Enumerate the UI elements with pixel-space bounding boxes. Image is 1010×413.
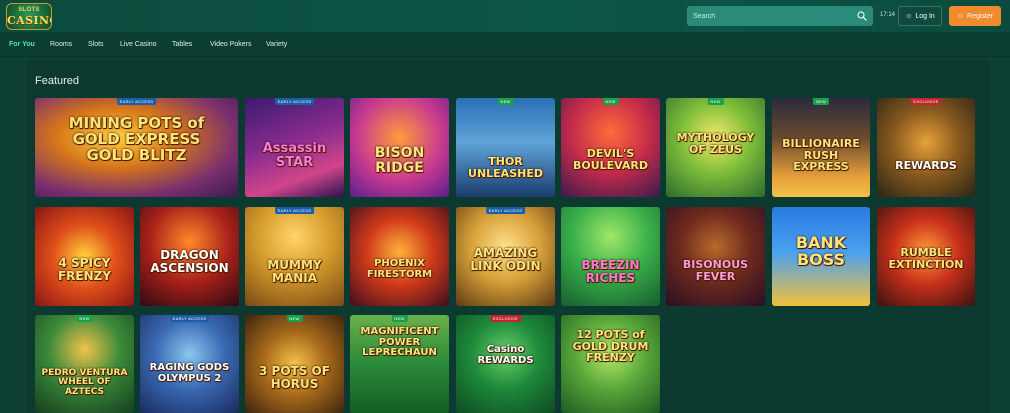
game-tile[interactable]: BISONOUS FEVER (666, 207, 765, 306)
badge-new: NEW (812, 98, 830, 105)
badge-new: NEW (497, 98, 514, 105)
tab-slots[interactable]: Slots (88, 41, 104, 48)
game-tile[interactable]: 12 POTS of GOLD DRUM FRENZY (561, 315, 660, 413)
badge-new: NEW (602, 98, 619, 105)
tab-variety[interactable]: Variety (266, 41, 287, 48)
section-title-featured: Featured (35, 75, 80, 87)
tab-rooms[interactable]: Rooms (50, 41, 72, 48)
badge-early-access: EARLY ACCESS (274, 207, 315, 214)
game-tile[interactable]: NEW BILLIONAIRE RUSH EXPRESS (772, 98, 870, 197)
game-title: MINING POTS of GOLD EXPRESS GOLD BLITZ (68, 114, 205, 164)
game-title: 12 POTS of GOLD DRUM FRENZY (572, 328, 649, 365)
game-tile[interactable]: DRAGON ASCENSION (140, 207, 239, 306)
badge-exclusive: EXCLUSIVE (489, 315, 522, 322)
game-title: Assassin STAR (262, 141, 327, 170)
game-title: BREEZIN RICHES (581, 258, 640, 285)
game-title: PEDRO VENTURA WHEEL OF AZTECS (41, 368, 128, 397)
game-title: REWARDS (895, 159, 957, 172)
tab-tables[interactable]: Tables (172, 41, 192, 48)
user-icon: ☺ (905, 12, 913, 20)
game-title: 3 POTS OF HORUS (259, 364, 330, 391)
game-tile[interactable]: BISON RIDGE (350, 98, 449, 197)
login-button[interactable]: ☺ Log In (898, 6, 942, 26)
game-title: BISONOUS FEVER (682, 258, 749, 283)
top-bar: SLOTS CASINO 17:14 ☺ Log In ☺ Register (0, 0, 1010, 33)
badge-new: NEW (707, 98, 724, 105)
game-tile[interactable]: NEW MYTHOLOGY OF ZEUS (666, 98, 765, 197)
category-nav: For You Rooms Slots Live Casino Tables V… (0, 33, 1010, 57)
tab-live-casino[interactable]: Live Casino (120, 41, 157, 48)
login-label: Log In (915, 12, 935, 20)
game-tile[interactable]: PHOENIX FIRESTORM (350, 207, 449, 306)
game-tile[interactable]: NEW DEVIL'S BOULEVARD (561, 98, 660, 197)
game-title: MUMMY MANIA (267, 258, 322, 285)
game-title: RUMBLE EXTINCTION (888, 246, 964, 271)
badge-new: NEW (391, 315, 408, 322)
game-tile[interactable]: EARLY ACCESS MUMMY MANIA (245, 207, 344, 306)
game-tile[interactable]: NEW 3 POTS OF HORUS (245, 315, 344, 413)
register-button[interactable]: ☺ Register (949, 6, 1001, 26)
tab-for-you[interactable]: For You (9, 41, 35, 48)
badge-early-access: EARLY ACCESS (274, 98, 315, 105)
logo-top-text: SLOTS (18, 7, 40, 13)
badge-exclusive: EXCLUSIVE (910, 98, 942, 105)
badge-new: NEW (76, 315, 93, 322)
game-title: 4 SPICY FRENZY (57, 256, 112, 283)
game-tile[interactable]: NEW MAGNIFICENT POWER LEPRECHAUN (350, 315, 449, 413)
game-title: BANK BOSS (795, 233, 847, 269)
logo-main-text: CASINO (7, 14, 51, 27)
game-tile[interactable]: EARLY ACCESS MINING POTS of GOLD EXPRESS… (35, 98, 238, 197)
badge-early-access: EARLY ACCESS (116, 98, 157, 105)
game-tile[interactable]: 4 SPICY FRENZY (35, 207, 134, 306)
game-tile[interactable]: EARLY ACCESS RAGING GODS OLYMPUS 2 (140, 315, 239, 413)
game-title: PHOENIX FIRESTORM (366, 258, 433, 280)
game-title: DRAGON ASCENSION (150, 248, 229, 275)
game-tile[interactable]: EARLY ACCESS Assassin STAR (245, 98, 344, 197)
game-tile[interactable]: NEW PEDRO VENTURA WHEEL OF AZTECS (35, 315, 134, 413)
register-label: Register (967, 12, 994, 20)
game-title: BISON RIDGE (374, 145, 425, 176)
search-input[interactable] (687, 6, 847, 26)
search-box[interactable] (687, 6, 873, 26)
game-tile[interactable]: BREEZIN RICHES (561, 207, 660, 306)
game-title: MYTHOLOGY OF ZEUS (676, 131, 755, 156)
game-tile[interactable]: BANK BOSS (772, 207, 870, 306)
casino-logo[interactable]: SLOTS CASINO (6, 3, 52, 30)
game-title: MAGNIFICENT POWER LEPRECHAUN (360, 326, 439, 358)
search-icon[interactable] (857, 11, 867, 21)
game-tile[interactable]: RUMBLE EXTINCTION (877, 207, 975, 306)
game-title: RAGING GODS OLYMPUS 2 (149, 362, 230, 384)
game-title: BILLIONAIRE RUSH EXPRESS (782, 137, 860, 174)
badge-early-access: EARLY ACCESS (169, 315, 210, 322)
game-title: DEVIL'S BOULEVARD (572, 147, 649, 172)
user-plus-icon: ☺ (956, 12, 965, 20)
game-tile[interactable]: EXCLUSIVE Casino REWARDS (456, 315, 555, 413)
game-tile[interactable]: NEW THOR UNLEASHED (456, 98, 555, 197)
game-tile[interactable]: EXCLUSIVE REWARDS (877, 98, 975, 197)
tab-video-pokers[interactable]: Video Pokers (210, 41, 252, 48)
game-title: THOR UNLEASHED (468, 155, 543, 180)
clock: 17:14 (880, 12, 896, 18)
badge-new: NEW (286, 315, 303, 322)
game-tile[interactable]: EARLY ACCESS AMAZING LINK ODIN (456, 207, 555, 306)
badge-early-access: EARLY ACCESS (485, 207, 526, 214)
game-title: Casino REWARDS (477, 344, 534, 366)
game-title: AMAZING LINK ODIN (470, 246, 541, 273)
